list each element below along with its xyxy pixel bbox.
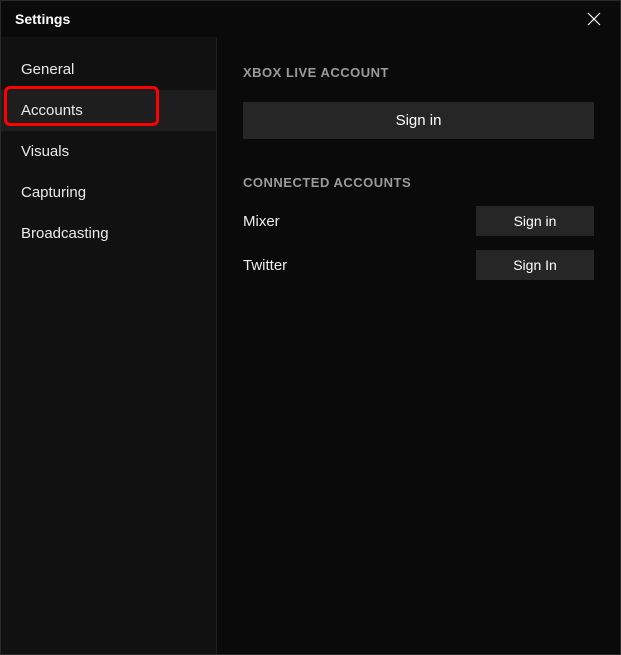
close-icon	[587, 12, 601, 26]
window-title: Settings	[15, 11, 70, 27]
settings-window: Settings General Accounts Visuals Captur…	[0, 0, 621, 655]
sidebar-item-broadcasting[interactable]: Broadcasting	[1, 213, 216, 254]
connected-section-header: CONNECTED ACCOUNTS	[243, 175, 594, 190]
titlebar: Settings	[1, 1, 620, 37]
sidebar-item-capturing[interactable]: Capturing	[1, 172, 216, 213]
sidebar-item-visuals[interactable]: Visuals	[1, 131, 216, 172]
xbox-signin-button[interactable]: Sign in	[243, 102, 594, 139]
mixer-signin-button[interactable]: Sign in	[476, 206, 594, 236]
content-area: General Accounts Visuals Capturing Broad…	[1, 37, 620, 654]
sidebar-item-accounts[interactable]: Accounts	[1, 90, 216, 131]
connected-row-mixer: Mixer Sign in	[243, 206, 594, 236]
sidebar-item-label: Visuals	[21, 143, 69, 160]
connected-row-label: Mixer	[243, 213, 280, 230]
sidebar-item-label: Broadcasting	[21, 225, 109, 242]
sidebar-item-label: General	[21, 61, 74, 78]
connected-row-label: Twitter	[243, 257, 287, 274]
sidebar-item-general[interactable]: General	[1, 49, 216, 90]
sidebar: General Accounts Visuals Capturing Broad…	[1, 37, 217, 654]
sidebar-item-label: Capturing	[21, 184, 86, 201]
close-button[interactable]	[582, 7, 606, 31]
main-panel: XBOX LIVE ACCOUNT Sign in CONNECTED ACCO…	[217, 37, 620, 654]
sidebar-item-label: Accounts	[21, 102, 83, 119]
twitter-signin-button[interactable]: Sign In	[476, 250, 594, 280]
connected-row-twitter: Twitter Sign In	[243, 250, 594, 280]
xbox-section-header: XBOX LIVE ACCOUNT	[243, 65, 594, 80]
